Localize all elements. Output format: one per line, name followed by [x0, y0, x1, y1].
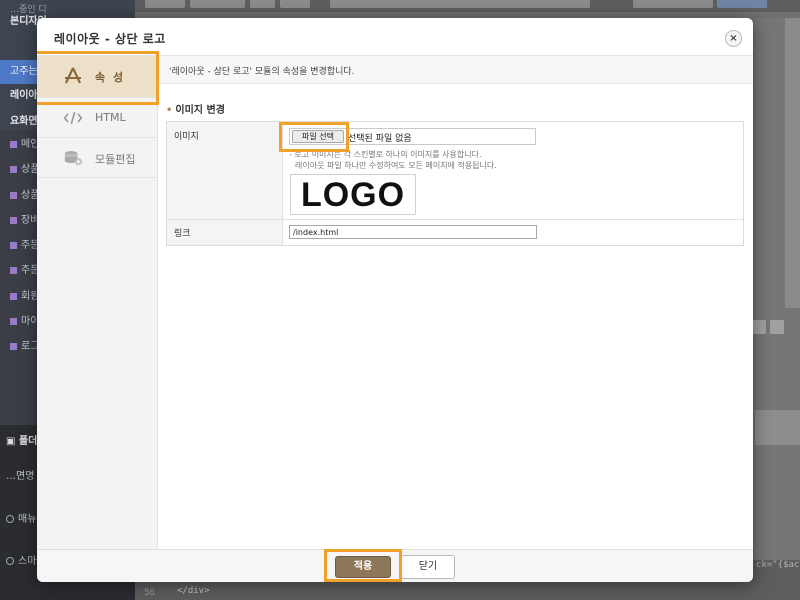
close-button[interactable]: 닫기: [401, 555, 455, 579]
properties-form: 이미지 파일 선택 선택된 파일 없음 - 로고 이미지는 각 스킨별로 하나의…: [166, 121, 744, 246]
toolbar-button-group: [330, 0, 590, 8]
toolbar-button: [717, 0, 767, 8]
file-select-button[interactable]: 파일 선택: [292, 130, 344, 143]
page-icon: [10, 191, 17, 199]
file-status: 선택된 파일 없음: [348, 134, 412, 144]
bullet-icon: •: [166, 105, 173, 116]
tab-html[interactable]: HTML: [37, 98, 158, 138]
close-icon[interactable]: ×: [725, 30, 742, 47]
logo-preview: LOGO: [290, 174, 416, 215]
page-icon: [10, 317, 17, 325]
editor-highlight-stripe: [755, 410, 800, 445]
page-icon: [10, 216, 17, 224]
tab-html-label: HTML: [95, 111, 126, 124]
circle-icon: [6, 515, 14, 523]
toolbar-button: [280, 0, 310, 8]
page-icon: [10, 266, 17, 274]
tab-properties[interactable]: 속 성: [37, 56, 158, 98]
notice-text: '레이아웃 - 상단 로고' 모듈의 속성을 변경합니다.: [169, 67, 355, 77]
tab-properties-label: 속 성: [95, 71, 126, 84]
tab-module-edit-label: 모듈편집: [95, 153, 136, 166]
page-icon: [10, 241, 17, 249]
expand-icon: [752, 320, 766, 334]
toolbar-button: [190, 0, 245, 8]
properties-modal: 레이아웃 - 상단 로고 × 속 성 HTML 모듈편집 '레이아웃 - 상단 …: [37, 18, 753, 582]
page-icon: [10, 342, 17, 350]
image-label: 이미지: [167, 122, 283, 219]
image-row: 이미지 파일 선택 선택된 파일 없음 - 로고 이미지는 각 스킨별로 하나의…: [167, 122, 743, 220]
help-text: - 로고 이미지는 각 스킨별로 하나의 이미지를 사용합니다. 레이아웃 파일…: [289, 149, 497, 171]
code-line: </div>: [177, 586, 210, 596]
toolbar-button: [250, 0, 275, 8]
module-stack-icon: [64, 151, 83, 166]
fullscreen-icon: [770, 320, 784, 334]
editor-view-icons: [752, 320, 792, 334]
line-number: 56: [144, 588, 155, 598]
link-input[interactable]: [289, 225, 537, 239]
modal-header: 레이아웃 - 상단 로고 ×: [37, 18, 753, 56]
modal-sidebar: 속 성 HTML 모듈편집: [37, 56, 158, 549]
editor-scrollbar: [785, 18, 800, 308]
link-row: 링크: [167, 220, 743, 245]
page-icon: [10, 292, 17, 300]
page-icon: [10, 140, 17, 148]
help-line: - 로고 이미지는 각 스킨별로 하나의 이미지를 사용합니다.: [289, 150, 482, 159]
toolbar-button: [145, 0, 185, 8]
help-line: 레이아웃 파일 하나만 수정하여도 모든 페이지에 적용됩니다.: [295, 161, 497, 170]
properties-content: • 이미지 변경 이미지 파일 선택 선택된 파일 없음 - 로고 이미지는 각 …: [158, 84, 753, 549]
code-icon: [63, 111, 83, 125]
section-title: • 이미지 변경: [166, 105, 225, 116]
link-label: 링크: [167, 220, 283, 245]
modal-footer: 적용 닫기: [37, 549, 753, 582]
modal-title: 레이아웃 - 상단 로고: [54, 32, 166, 46]
page-icon: [10, 165, 17, 173]
apply-button[interactable]: 적용: [335, 556, 391, 578]
logo-image: LOGO: [300, 176, 406, 214]
properties-icon: [65, 67, 81, 84]
circle-icon: [6, 557, 14, 565]
editor-toolbar: [135, 0, 800, 12]
notice-bar: '레이아웃 - 상단 로고' 모듈의 속성을 변경합니다.: [158, 56, 753, 84]
toolbar-button: [633, 0, 713, 8]
tab-module-edit[interactable]: 모듈편집: [37, 138, 158, 178]
file-input[interactable]: 파일 선택 선택된 파일 없음: [289, 128, 536, 145]
code-fragment: ck="{$act: [756, 560, 800, 570]
